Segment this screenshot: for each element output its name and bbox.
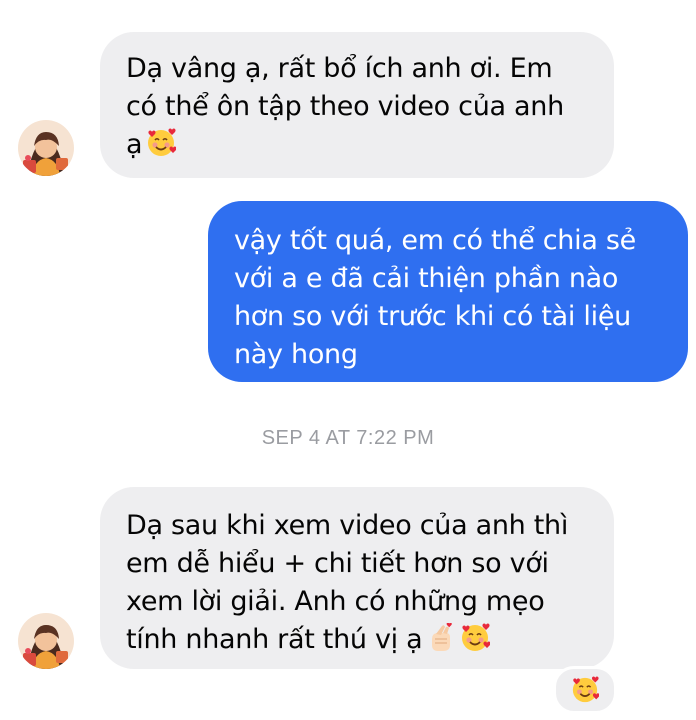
smiling-face-with-hearts-icon bbox=[148, 128, 177, 156]
chat-thread: Dạ vâng ạ, rất bổ ích anh ơi. Em có thể … bbox=[0, 0, 696, 720]
message-line: với a e đã cải thiện phần nào bbox=[234, 263, 619, 294]
message-line: có thể ôn tập theo video của anh bbox=[126, 91, 564, 122]
received-message-bubble[interactable]: Dạ vâng ạ, rất bổ ích anh ơi. Em có thể … bbox=[100, 32, 614, 178]
message-reaction[interactable] bbox=[553, 666, 617, 714]
smiling-face-with-hearts-icon bbox=[462, 623, 491, 651]
message-line: này hong bbox=[234, 339, 358, 370]
message-line-text: ạ bbox=[126, 129, 143, 160]
message-line: Dạ vâng ạ, rất bổ ích anh ơi. Em bbox=[126, 53, 553, 84]
message-line-text: tính nhanh rất thú vị ạ bbox=[126, 624, 423, 655]
message-line: hơn so với trước khi có tài liệu bbox=[234, 301, 631, 332]
contact-avatar[interactable] bbox=[18, 120, 74, 176]
message-line: Dạ sau khi xem video của anh thì bbox=[126, 510, 569, 541]
message-line: xem lời giải. Anh có những mẹo bbox=[126, 586, 545, 617]
avatar-illustration bbox=[18, 613, 74, 669]
received-message-bubble[interactable]: Dạ sau khi xem video của anh thì em dễ h… bbox=[100, 487, 614, 669]
contact-avatar[interactable] bbox=[18, 613, 74, 669]
avatar-illustration bbox=[18, 120, 74, 176]
smiling-face-with-hearts-icon bbox=[572, 676, 599, 703]
message-line: em dễ hiểu + chi tiết hơn so với bbox=[126, 548, 549, 579]
message-timestamp: SEP 4 AT 7:22 PM bbox=[261, 427, 435, 449]
message-line: ạ bbox=[126, 126, 594, 164]
message-line: vậy tốt quá, em có thể chia sẻ bbox=[234, 225, 636, 256]
sent-message-bubble[interactable]: vậy tốt quá, em có thể chia sẻ với a e đ… bbox=[208, 201, 688, 382]
hand-with-index-finger-and-thumb-crossed-icon bbox=[432, 623, 453, 651]
message-line: tính nhanh rất thú vị ạ bbox=[126, 621, 596, 659]
